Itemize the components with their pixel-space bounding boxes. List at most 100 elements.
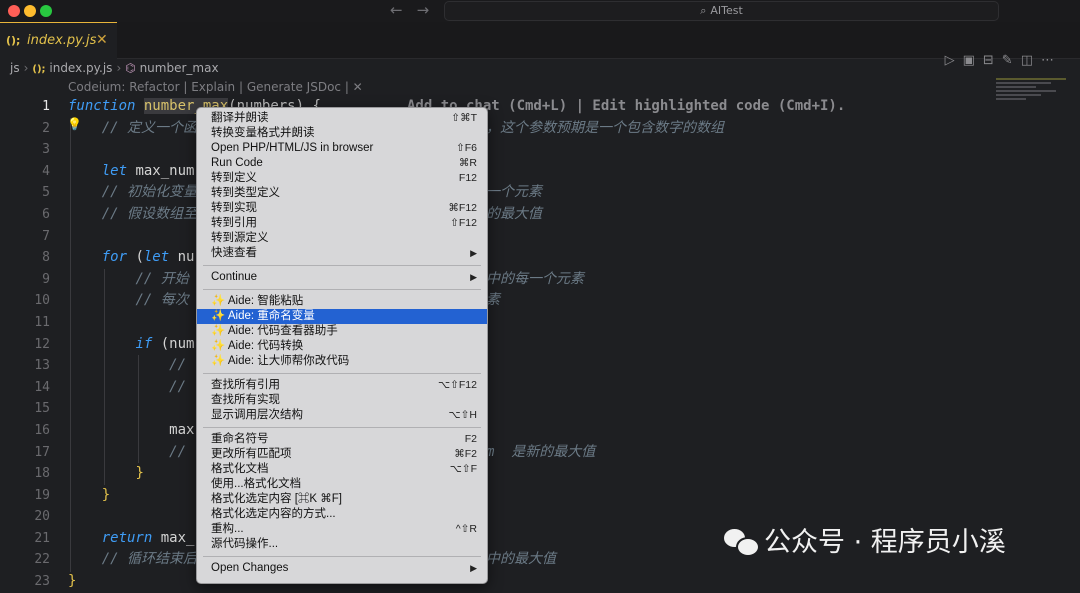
menu-item-shortcut: F2 <box>464 433 477 445</box>
line-number: 1 <box>42 99 50 114</box>
menu-item-convert-variable[interactable]: 转换变量格式并朗读 <box>197 126 487 141</box>
code-comment: // <box>169 357 187 374</box>
menu-item-label: 格式化文档 <box>211 463 269 475</box>
minimize-window-button[interactable] <box>24 5 36 17</box>
menu-item-label: 转到源定义 <box>211 232 269 244</box>
code-comment: // 初始化变量 <box>101 184 198 201</box>
code-comment: 中的每一个元素 <box>486 270 584 287</box>
line-number: 10 <box>34 293 50 309</box>
menu-item-go-to-definition[interactable]: 转到定义 F12 <box>197 171 487 186</box>
menu-item-format-document[interactable]: 格式化文档 ⌥⇧F <box>197 462 487 477</box>
breadcrumb-folder[interactable]: js <box>10 61 20 75</box>
code-comment: // 假设数组至 <box>101 205 198 222</box>
close-icon[interactable]: ✕ <box>96 32 108 48</box>
menu-item-go-to-source-definition[interactable]: 转到源定义 <box>197 231 487 246</box>
menu-item-format-selection-with[interactable]: 格式化选定内容的方式... <box>197 507 487 522</box>
zoom-window-button[interactable] <box>40 5 52 17</box>
sparkle-icon: ✨ <box>211 355 226 367</box>
menu-item-show-call-hierarchy[interactable]: 显示调用层次结构 ⌥⇧H <box>197 408 487 423</box>
code-comment: // 循环结束后 <box>101 551 198 568</box>
command-center-search[interactable]: ⌕ AITest <box>444 1 999 21</box>
menu-item-shortcut: ⌘F2 <box>454 448 477 460</box>
run-icon[interactable]: ▷ <box>945 53 963 68</box>
menu-item-open-in-browser[interactable]: Open PHP/HTML/JS in browser ⇧F6 <box>197 141 487 156</box>
code-token: for <box>101 249 128 266</box>
breadcrumb-symbol[interactable]: number_max <box>140 61 219 75</box>
menu-item-change-all-occurrences[interactable]: 更改所有匹配项 ⌘F2 <box>197 447 487 462</box>
menu-item-peek[interactable]: 快速查看 ▶ <box>197 246 487 261</box>
line-number: 15 <box>34 401 50 417</box>
breadcrumb: js › (); index.py.js › ⌬ number_max <box>10 61 219 75</box>
menu-item-label: Open Changes <box>211 562 289 574</box>
menu-item-aide-master-edit[interactable]: ✨ Aide: 让大师帮你改代码 <box>197 354 487 369</box>
title-bar: ←→ ⌕ AITest <box>0 0 1080 22</box>
menu-item-shortcut: ⌥⇧F12 <box>438 379 477 391</box>
tab-index-py-js[interactable]: (); index.py.js ✕ <box>0 22 117 59</box>
menu-item-shortcut: ⇧F6 <box>455 142 477 154</box>
menu-item-find-all-implementations[interactable]: 查找所有实现 <box>197 393 487 408</box>
javascript-file-icon: (); <box>32 64 46 75</box>
code-token: return <box>101 529 153 546</box>
menu-item-continue[interactable]: Continue ▶ <box>197 270 487 285</box>
code-token: } <box>135 465 144 482</box>
menu-item-refactor[interactable]: 重构... ^⇧R <box>197 522 487 537</box>
line-number: 16 <box>34 422 50 438</box>
split-editor-icon[interactable]: ◫ <box>1021 53 1041 68</box>
menu-item-rename-symbol[interactable]: 重命名符号 F2 <box>197 432 487 447</box>
menu-item-label: 重构... <box>211 523 244 535</box>
sparkle-icon: ✨ <box>211 310 226 322</box>
menu-item-aide-rename-variable[interactable]: ✨ Aide: 重命名变量 <box>197 309 487 324</box>
line-number: 19 <box>34 487 50 503</box>
menu-item-label: 重命名符号 <box>211 433 269 445</box>
forward-arrow-icon[interactable]: → <box>417 1 444 19</box>
breadcrumb-file[interactable]: index.py.js <box>49 61 112 75</box>
line-number: 20 <box>34 509 50 525</box>
compare-icon[interactable]: ⊟ <box>983 53 1002 68</box>
menu-item-aide-code-convert[interactable]: ✨ Aide: 代码转换 <box>197 339 487 354</box>
sparkle-icon: ✨ <box>211 340 226 352</box>
menu-item-source-action[interactable]: 源代码操作... <box>197 537 487 552</box>
more-actions-icon[interactable]: ⋯ <box>1041 53 1062 68</box>
menu-item-label: 转到类型定义 <box>211 187 280 199</box>
code-comment: 素 <box>486 292 500 309</box>
menu-item-shortcut: ^⇧R <box>455 523 477 535</box>
watermark-text: 公众号 · 程序员小溪 <box>764 527 1006 558</box>
menu-item-open-changes[interactable]: Open Changes ▶ <box>197 561 487 576</box>
menu-item-aide-smart-paste[interactable]: ✨ Aide: 智能粘贴 <box>197 294 487 309</box>
back-arrow-icon[interactable]: ← <box>390 1 417 19</box>
menu-item-label: Open PHP/HTML/JS in browser <box>211 142 374 154</box>
code-comment: // 定义一个函 <box>101 119 198 136</box>
line-number: 9 <box>42 271 50 287</box>
menu-item-run-code[interactable]: Run Code ⌘R <box>197 156 487 171</box>
menu-item-shortcut: ⇧⌘T <box>451 112 477 124</box>
code-token: } <box>68 573 77 590</box>
menu-item-go-to-references[interactable]: 转到引用 ⇧F12 <box>197 216 487 231</box>
menu-item-label: 查找所有实现 <box>211 394 280 406</box>
close-window-button[interactable] <box>8 5 20 17</box>
menu-item-translate-read[interactable]: 翻译并朗读 ⇧⌘T <box>197 111 487 126</box>
menu-item-aide-code-viewer[interactable]: ✨ Aide: 代码查看器助手 <box>197 324 487 339</box>
menu-item-go-to-type-definition[interactable]: 转到类型定义 <box>197 186 487 201</box>
code-token: max_num <box>127 162 195 179</box>
line-number: 21 <box>34 530 50 546</box>
wechat-logo-icon <box>724 527 760 557</box>
line-number: 12 <box>34 336 50 352</box>
menu-item-format-selection[interactable]: 格式化选定内容 [⌘K ⌘F] <box>197 492 487 507</box>
preview-icon[interactable]: ▣ <box>963 53 983 68</box>
menu-separator <box>203 265 481 266</box>
menu-item-label: 显示调用层次结构 <box>211 409 303 421</box>
menu-item-go-to-implementation[interactable]: 转到实现 ⌘F12 <box>197 201 487 216</box>
menu-item-find-all-references[interactable]: 查找所有引用 ⌥⇧F12 <box>197 378 487 393</box>
menu-item-label: Aide: 重命名变量 <box>227 310 315 322</box>
menu-separator <box>203 427 481 428</box>
codeium-code-lens[interactable]: Codeium: Refactor | Explain | Generate J… <box>68 80 363 94</box>
menu-item-label: 更改所有匹配项 <box>211 448 292 460</box>
line-number: 14 <box>34 379 50 395</box>
editor-actions: ▷▣⊟✎◫⋯ <box>945 53 1062 68</box>
code-token: let <box>143 249 170 266</box>
edit-icon[interactable]: ✎ <box>1002 53 1021 68</box>
menu-item-format-document-with[interactable]: 使用...格式化文档 <box>197 477 487 492</box>
code-token: max <box>169 421 195 438</box>
code-comment: // 开始 <box>135 270 189 287</box>
menu-item-shortcut: ⌘R <box>458 157 477 169</box>
